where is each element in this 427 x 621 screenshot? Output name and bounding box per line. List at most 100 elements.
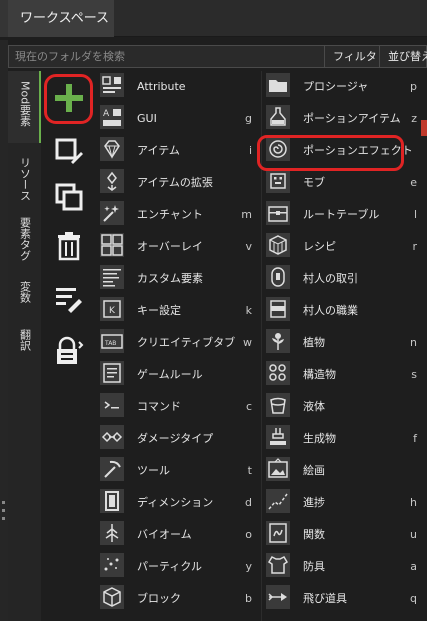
- element-type-label: レシピ: [303, 240, 336, 253]
- dimension-icon: [100, 489, 124, 513]
- element-type-item[interactable]: エンチャント m: [96, 199, 260, 231]
- element-type-label: Attribute: [137, 80, 186, 93]
- element-type-label: 液体: [303, 400, 325, 413]
- element-type-item[interactable]: Attribute: [96, 71, 260, 103]
- filter-button[interactable]: フィルタ: [324, 46, 379, 67]
- element-type-label: 植物: [303, 336, 325, 349]
- element-type-label: 関数: [303, 528, 325, 541]
- element-type-label: パーティクル: [137, 560, 203, 573]
- delete-element-button[interactable]: [49, 226, 89, 266]
- vtab-translations[interactable]: 翻訳: [8, 327, 41, 367]
- vtab-resources[interactable]: リソース: [8, 151, 41, 207]
- element-type-item[interactable]: ポーションアイテム z: [262, 103, 427, 135]
- edit-list-button[interactable]: [49, 279, 89, 319]
- element-type-item[interactable]: A GUI g: [96, 103, 260, 135]
- element-type-item[interactable]: ディメンション d: [96, 487, 260, 519]
- element-type-item[interactable]: TAB クリエイティブタブ w: [96, 327, 260, 359]
- vtab-label: 要素タグ: [18, 217, 32, 261]
- plus-icon: [55, 84, 83, 112]
- shortcut-key: t: [247, 464, 252, 477]
- shortcut-key: u: [410, 528, 417, 541]
- element-type-item[interactable]: 植物 n: [262, 327, 427, 359]
- shortcut-key: d: [245, 496, 252, 509]
- vtab-label: 変数: [18, 281, 32, 303]
- shortcut-key: o: [245, 528, 252, 541]
- element-type-item[interactable]: ツール t: [96, 455, 260, 487]
- function-icon: [266, 521, 290, 545]
- element-type-item[interactable]: オーバーレイ v: [96, 231, 260, 263]
- panel-splitter[interactable]: [0, 40, 8, 621]
- element-type-item[interactable]: 村人の取引: [262, 263, 427, 295]
- element-type-item[interactable]: レシピ r: [262, 231, 427, 263]
- shortcut-key: l: [413, 208, 417, 221]
- element-type-item[interactable]: ルートテーブル l: [262, 199, 427, 231]
- gamerule-icon: [100, 361, 124, 385]
- element-type-label: 生成物: [303, 432, 336, 445]
- folder-icon: [266, 73, 290, 97]
- shortcut-key: q: [410, 592, 417, 605]
- enchant-icon: [100, 201, 124, 225]
- element-type-item[interactable]: ダメージタイプ: [96, 423, 260, 455]
- shortcut-key: k: [245, 304, 252, 317]
- gui-icon: A: [100, 105, 124, 129]
- recipe-icon: [266, 233, 290, 257]
- element-type-label: ポーションアイテム: [303, 112, 401, 125]
- tab-workspace[interactable]: ワークスペース: [8, 0, 114, 37]
- vtab-element-tags[interactable]: 要素タグ: [8, 215, 41, 273]
- lock-element-button[interactable]: [49, 331, 89, 371]
- element-type-label: コマンド: [137, 400, 181, 413]
- plant-icon: [266, 329, 290, 353]
- lock-icon: [57, 336, 84, 364]
- element-type-item[interactable]: モブ e: [262, 167, 427, 199]
- search-input[interactable]: [9, 46, 323, 67]
- element-type-label: ルートテーブル: [303, 208, 380, 221]
- element-type-item[interactable]: 飛び道具 q: [262, 583, 427, 615]
- element-type-item[interactable]: プロシージャ p: [262, 71, 427, 103]
- tab-icon: TAB: [100, 329, 124, 353]
- shortcut-key: r: [412, 240, 417, 253]
- projectile-icon: [266, 585, 290, 609]
- element-type-item[interactable]: 絵画: [262, 455, 427, 487]
- element-type-item[interactable]: ゲームルール: [96, 359, 260, 391]
- shortcut-key: b: [245, 592, 252, 605]
- element-type-label: アイテム: [137, 144, 180, 157]
- damage-icon: [100, 425, 124, 449]
- element-type-item[interactable]: 関数 u: [262, 519, 427, 551]
- armor-icon: [266, 553, 290, 577]
- element-type-item[interactable]: アイテム i: [96, 135, 260, 167]
- element-type-item[interactable]: 防具 a: [262, 551, 427, 583]
- element-type-item[interactable]: カスタム要素: [96, 263, 260, 295]
- cube-icon: [100, 585, 124, 609]
- sort-button[interactable]: 並び替え: [379, 46, 427, 67]
- mob-icon: [266, 169, 290, 193]
- scroll-indicator: [421, 120, 427, 136]
- overlay-icon: [100, 233, 124, 257]
- vtab-variables[interactable]: 変数: [8, 279, 41, 319]
- element-type-label: ディメンション: [137, 496, 214, 509]
- element-type-item[interactable]: 村人の職業: [262, 295, 427, 327]
- element-type-item[interactable]: パーティクル y: [96, 551, 260, 583]
- element-type-item[interactable]: ブロック b: [96, 583, 260, 615]
- element-type-item[interactable]: バイオーム o: [96, 519, 260, 551]
- vtab-label: リソース: [18, 157, 32, 201]
- element-type-item[interactable]: 進捗 h: [262, 487, 427, 519]
- element-type-label: クリエイティブタブ: [137, 336, 236, 349]
- item-extension-icon: [100, 169, 124, 193]
- element-type-item[interactable]: 液体: [262, 391, 427, 423]
- shortcut-key: a: [410, 560, 417, 573]
- edit-element-button[interactable]: [49, 131, 89, 171]
- element-type-item[interactable]: 生成物 f: [262, 423, 427, 455]
- element-type-item[interactable]: 構造物 s: [262, 359, 427, 391]
- element-type-label: GUI: [137, 112, 157, 125]
- edit-icon: [55, 138, 83, 164]
- add-element-button[interactable]: [49, 78, 89, 118]
- feature-icon: [266, 425, 290, 449]
- tab-strip-edge: [0, 0, 8, 37]
- element-type-item[interactable]: アイテムの拡張: [96, 167, 260, 199]
- element-type-item[interactable]: コマンド c: [96, 391, 260, 423]
- search-bar: フィルタ 並び替え: [8, 45, 427, 68]
- vtab-mod-elements[interactable]: Mod要素: [8, 71, 41, 143]
- element-type-item[interactable]: K キー設定 k: [96, 295, 260, 327]
- element-column-left: Attribute A GUI g アイテム i アイテムの拡張 エンチャント m オーバーレイ v…: [96, 71, 260, 621]
- duplicate-element-button[interactable]: [49, 177, 89, 217]
